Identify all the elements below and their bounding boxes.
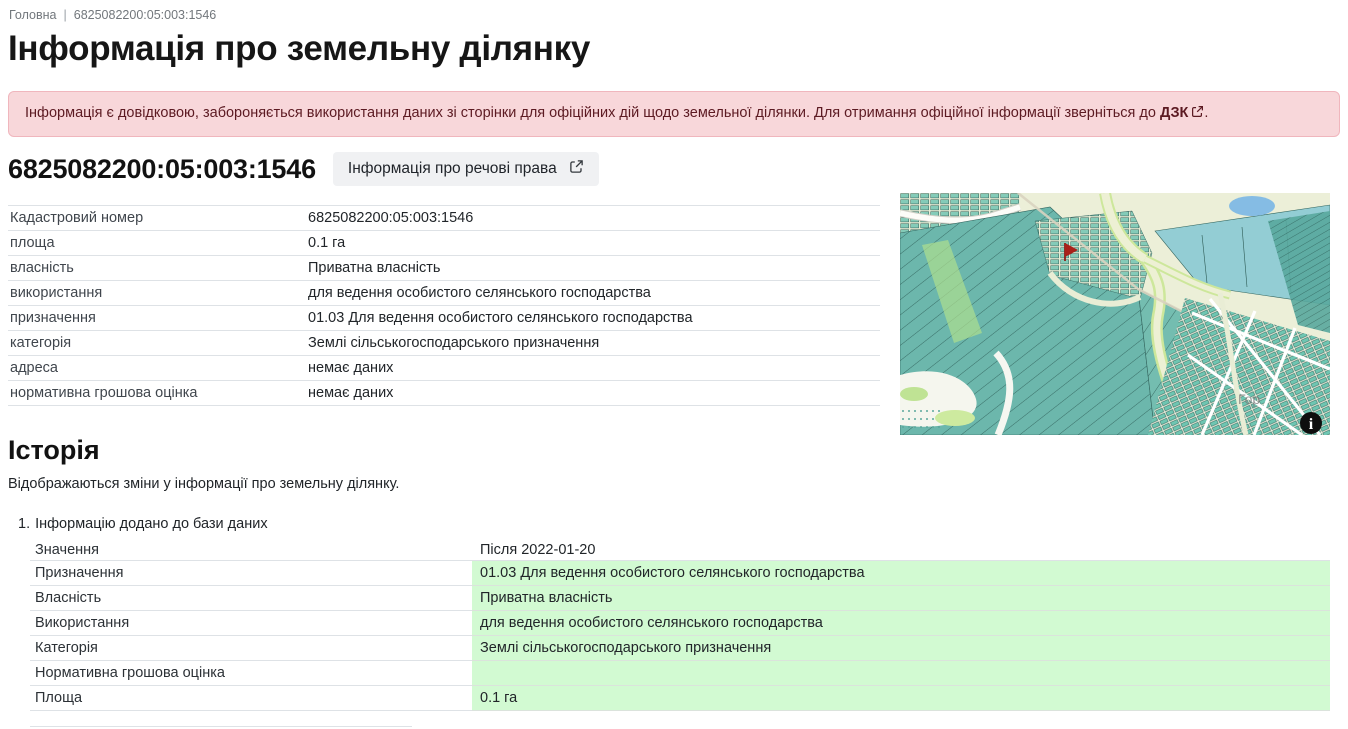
row-value: Приватна власність xyxy=(308,256,880,281)
row-label: призначення xyxy=(8,306,308,331)
table-row: Площа0.1 га xyxy=(30,685,1330,710)
row-label: категорія xyxy=(8,331,308,356)
property-rights-button[interactable]: Інформація про речові права xyxy=(333,152,599,186)
history-entry-index: 1. xyxy=(18,516,30,532)
table-row: категоріяЗемлі сільськогосподарського пр… xyxy=(8,331,880,356)
row-value: 01.03 Для ведення особистого селянського… xyxy=(472,560,1330,585)
row-value: немає даних xyxy=(308,356,880,381)
history-entry-label: Інформацію додано до бази даних xyxy=(35,516,267,532)
land-parcel-page: Головна | 6825082200:05:003:1546 Інформа… xyxy=(0,0,1348,729)
history-table: Значення Після 2022-01-20 Призначення01.… xyxy=(30,539,1330,711)
row-label: власність xyxy=(8,256,308,281)
breadcrumb-current: 6825082200:05:003:1546 xyxy=(74,8,217,22)
row-label: Нормативна грошова оцінка xyxy=(30,660,472,685)
cadastral-map[interactable]: Гор i xyxy=(900,193,1330,435)
map-canvas: Гор i xyxy=(900,193,1330,435)
table-row: площа0.1 га xyxy=(8,231,880,256)
row-label: нормативна грошова оцінка xyxy=(8,381,308,406)
history-title: Історія xyxy=(8,435,1348,466)
alert-text: Інформація є довідковою, забороняється в… xyxy=(25,105,1160,121)
row-label: площа xyxy=(8,231,308,256)
table-row: Кадастровий номер6825082200:05:003:1546 xyxy=(8,206,880,231)
parcel-details-table: Кадастровий номер6825082200:05:003:1546 … xyxy=(8,205,880,406)
section-divider xyxy=(30,726,412,727)
breadcrumb-separator: | xyxy=(64,8,67,22)
table-row: власністьПриватна власність xyxy=(8,256,880,281)
row-value: Землі сільськогосподарського призначення xyxy=(472,635,1330,660)
info-icon: i xyxy=(1309,416,1314,433)
breadcrumb: Головна | 6825082200:05:003:1546 xyxy=(0,0,1348,22)
map-water xyxy=(1229,196,1275,216)
table-row: КатегоріяЗемлі сільськогосподарського пр… xyxy=(30,635,1330,660)
table-row: нормативна грошова оцінканемає даних xyxy=(8,381,880,406)
row-value: Приватна власність xyxy=(472,585,1330,610)
row-value: Землі сільськогосподарського призначення xyxy=(308,331,880,356)
history-entry: 1. Інформацію додано до бази даних Значе… xyxy=(18,516,1348,711)
row-value: 6825082200:05:003:1546 xyxy=(308,206,880,231)
table-row: адресанемає даних xyxy=(8,356,880,381)
row-value: для ведення особистого селянського госпо… xyxy=(308,281,880,306)
external-link-icon xyxy=(569,159,584,179)
row-label: використання xyxy=(8,281,308,306)
history-header-row: Значення Після 2022-01-20 xyxy=(30,539,1330,560)
row-value: для ведення особистого селянського госпо… xyxy=(472,610,1330,635)
alert-text-end: . xyxy=(1204,105,1208,121)
dzk-link-label: ДЗК xyxy=(1160,105,1188,121)
history-header-label: Значення xyxy=(30,539,472,560)
breadcrumb-home-link[interactable]: Головна xyxy=(9,8,57,22)
map-info-button[interactable]: i xyxy=(1300,412,1322,434)
row-label: адреса xyxy=(8,356,308,381)
table-row: Призначення01.03 Для ведення особистого … xyxy=(30,560,1330,585)
table-row: використаннядля ведення особистого селян… xyxy=(8,281,880,306)
table-row: Нормативна грошова оцінка xyxy=(30,660,1330,685)
history-header-value: Після 2022-01-20 xyxy=(472,539,1330,560)
row-value: 0.1 га xyxy=(308,231,880,256)
row-value: 0.1 га xyxy=(472,685,1330,710)
history-description: Відображаються зміни у інформації про зе… xyxy=(8,476,1348,492)
dzk-link[interactable]: ДЗК xyxy=(1160,105,1204,121)
row-label: Кадастровий номер xyxy=(8,206,308,231)
map-place-label: Гор xyxy=(1238,391,1260,407)
external-link-icon xyxy=(1191,105,1204,125)
row-label: Призначення xyxy=(30,560,472,585)
row-label: Власність xyxy=(30,585,472,610)
row-value xyxy=(472,660,1330,685)
page-title: Інформація про земельну ділянку xyxy=(8,31,1348,68)
parcel-subheader: 6825082200:05:003:1546 Інформація про ре… xyxy=(8,152,1348,186)
table-row: призначення01.03 Для ведення особистого … xyxy=(8,306,880,331)
cadastral-number-heading: 6825082200:05:003:1546 xyxy=(8,154,316,185)
row-label: Використання xyxy=(30,610,472,635)
table-row: ВласністьПриватна власність xyxy=(30,585,1330,610)
row-value: 01.03 Для ведення особистого селянського… xyxy=(308,306,880,331)
row-label: Площа xyxy=(30,685,472,710)
history-entry-title: 1. Інформацію додано до бази даних xyxy=(18,516,1348,532)
row-value: немає даних xyxy=(308,381,880,406)
table-row: Використаннядля ведення особистого селян… xyxy=(30,610,1330,635)
row-label: Категорія xyxy=(30,635,472,660)
info-alert: Інформація є довідковою, забороняється в… xyxy=(8,91,1340,138)
property-rights-button-label: Інформація про речові права xyxy=(348,160,557,178)
